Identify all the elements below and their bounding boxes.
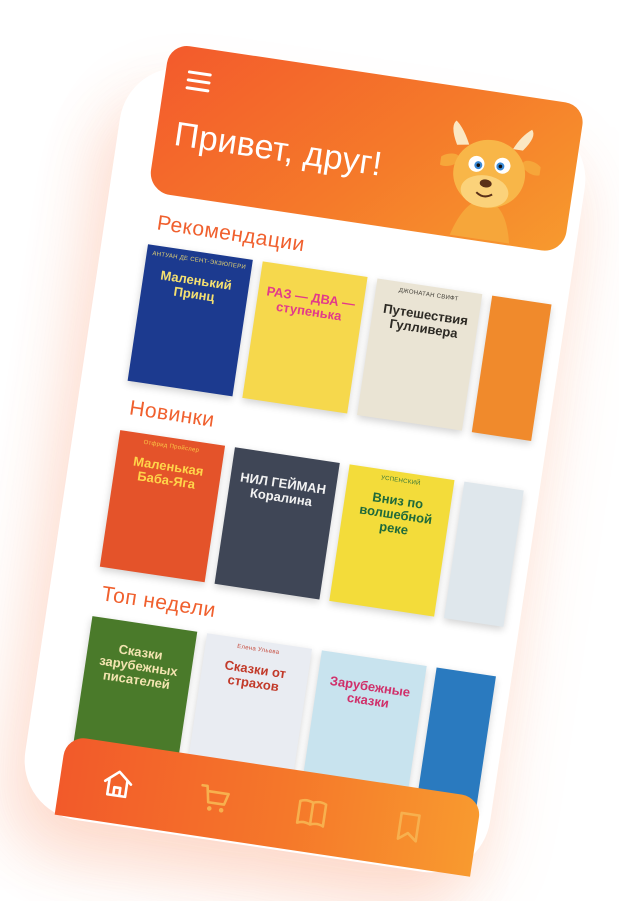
book-card[interactable]: РАЗ — ДВА — ступенька [242, 261, 368, 414]
book-card[interactable]: УСПЕНСКИЙ Вниз по волшебной реке [329, 464, 455, 617]
book-card[interactable]: ДЖОНАТАН СВИФТ Путешествия Гулливера [357, 278, 483, 431]
book-author [440, 674, 491, 682]
greeting-title: Привет, друг! [171, 115, 385, 184]
stage: Привет, друг! Рекомендации АНТУАН ДЕ СЕН… [0, 0, 619, 901]
book-author [238, 454, 335, 468]
goat-mascot-icon [437, 120, 543, 244]
book-title [439, 690, 486, 697]
book-card[interactable] [443, 481, 524, 627]
home-icon[interactable] [97, 763, 138, 804]
book-title: Вниз по волшебной реке [358, 489, 434, 538]
book-author [467, 488, 518, 496]
hamburger-menu-icon[interactable] [185, 68, 214, 94]
book-title: Зарубежные сказки [328, 672, 412, 711]
book-title: НИЛ ГЕЙМАН Коралина [239, 469, 328, 510]
book-title [495, 318, 542, 325]
book-author [495, 302, 546, 310]
book-author [95, 623, 192, 637]
book-card[interactable]: Отфрид Пройслер Маленькая Баба-Яга [99, 430, 226, 583]
book-title: Сказки от страхов [223, 657, 288, 695]
book-title [467, 504, 514, 511]
book-author [325, 657, 422, 671]
book-author [266, 268, 363, 282]
cart-icon[interactable] [194, 778, 235, 819]
book-title: РАЗ — ДВА — ступенька [265, 283, 357, 324]
book-title: Путешествия Гулливера [382, 300, 469, 341]
book-title: Маленькая Баба-Яга [132, 453, 205, 492]
book-card[interactable] [471, 295, 552, 441]
bookmark-icon[interactable] [388, 807, 429, 848]
book-title: Сказки зарубежных писателей [98, 641, 179, 693]
book-icon[interactable] [291, 792, 332, 833]
book-card[interactable]: НИЛ ГЕЙМАН Коралина [214, 447, 340, 600]
book-card[interactable]: АНТУАН ДЕ СЕНТ-ЭКЗЮПЕРИ Маленький Принц [127, 244, 253, 397]
book-title: Маленький Принц [159, 267, 233, 305]
